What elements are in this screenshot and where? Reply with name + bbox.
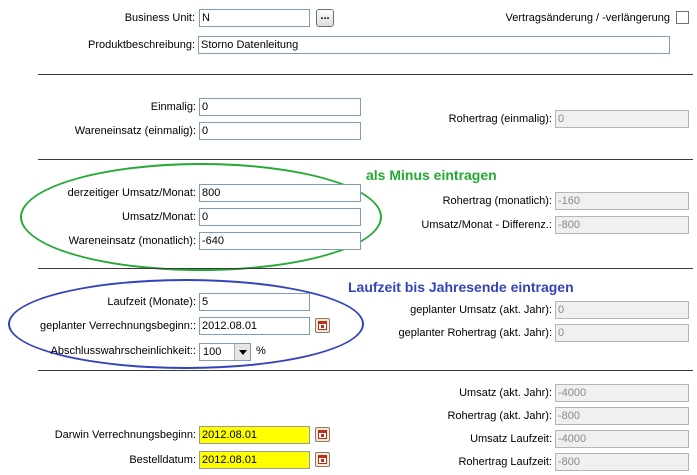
rohertrag-laufzeit-label: Rohertrag Laufzeit:	[458, 456, 552, 468]
vertragsaenderung-checkbox[interactable]	[676, 11, 689, 24]
produktbeschreibung-label: Produktbeschreibung:	[87, 39, 195, 51]
rohertrag-akt-label: Rohertrag (akt. Jahr):	[447, 410, 552, 422]
darwin-field[interactable]: 2012.08.01	[199, 426, 310, 444]
rohertrag-monatlich-label: Rohertrag (monatlich):	[442, 195, 552, 207]
chevron-down-icon[interactable]	[234, 344, 250, 360]
laufzeit-field[interactable]: 5	[199, 293, 310, 311]
rohertrag-monatlich-field: -160	[555, 192, 689, 210]
derzeitiger-umsatz-field[interactable]: 800	[199, 184, 361, 202]
derzeitiger-umsatz-label: derzeitiger Umsatz/Monat:	[67, 187, 196, 199]
geplanter-rohertrag-field: 0	[555, 324, 689, 342]
umsatz-akt-field: -4000	[555, 384, 689, 402]
umsatz-monat-label: Umsatz/Monat:	[122, 211, 196, 223]
section-divider	[38, 268, 693, 269]
wareneinsatz-monatlich-label: Wareneinsatz (monatlich):	[68, 235, 196, 247]
rohertrag-akt-field: -800	[555, 407, 689, 425]
verrechnungsbeginn-field[interactable]: 2012.08.01	[199, 317, 310, 335]
business-unit-field[interactable]: N	[199, 9, 310, 27]
einmalig-field[interactable]: 0	[199, 98, 361, 116]
abschluss-select[interactable]: 100	[199, 343, 251, 361]
umsatz-monat-field[interactable]: 0	[199, 208, 361, 226]
rohertrag-laufzeit-field: -800	[555, 453, 689, 471]
umsatz-akt-label: Umsatz (akt. Jahr):	[459, 387, 552, 399]
abschluss-label: Abschlusswahrscheinlichkeit::	[50, 345, 196, 357]
wareneinsatz-einmalig-field[interactable]: 0	[199, 122, 361, 140]
geplanter-rohertrag-label: geplanter Rohertrag (akt. Jahr):	[398, 327, 552, 339]
bestelldatum-label: Bestelldatum:	[129, 454, 196, 466]
einmalig-label: Einmalig:	[150, 101, 196, 113]
umsatz-differenz-field: -800	[555, 216, 689, 234]
umsatz-differenz-label: Umsatz/Monat - Differenz.:	[421, 219, 552, 231]
wareneinsatz-monatlich-field[interactable]: -640	[199, 232, 361, 250]
calendar-icon[interactable]	[315, 452, 330, 467]
business-unit-browse-button[interactable]: ...	[316, 9, 334, 27]
calendar-icon[interactable]	[315, 318, 330, 333]
annotation-minus: als Minus eintragen	[366, 167, 497, 183]
bestelldatum-field[interactable]: 2012.08.01	[199, 451, 310, 469]
calendar-icon[interactable]	[315, 427, 330, 442]
vertragsaenderung-label: Vertragsänderung / -verlängerung	[505, 12, 671, 24]
verrechnungsbeginn-label: geplanter Verrechnungsbeginn::	[40, 320, 196, 332]
wareneinsatz-einmalig-label: Wareneinsatz (einmalig):	[74, 125, 196, 137]
geplanter-umsatz-field: 0	[555, 301, 689, 319]
rohertrag-einmalig-label: Rohertrag (einmalig):	[448, 113, 552, 125]
geplanter-umsatz-label: geplanter Umsatz (akt. Jahr):	[410, 304, 552, 316]
abschluss-unit: %	[256, 345, 266, 357]
darwin-label: Darwin Verrechnungsbeginn:	[54, 429, 196, 441]
section-divider	[38, 74, 693, 75]
section-divider	[38, 159, 693, 160]
section-divider	[38, 370, 693, 371]
business-unit-label: Business Unit:	[124, 12, 195, 24]
laufzeit-label: Laufzeit (Monate):	[107, 296, 196, 308]
umsatz-laufzeit-label: Umsatz Laufzeit:	[470, 433, 552, 445]
annotation-laufzeit: Laufzeit bis Jahresende eintragen	[348, 279, 574, 295]
produktbeschreibung-field[interactable]: Storno Datenleitung	[198, 36, 670, 54]
umsatz-laufzeit-field: -4000	[555, 430, 689, 448]
rohertrag-einmalig-field: 0	[555, 110, 689, 128]
abschluss-value: 100	[203, 346, 222, 358]
